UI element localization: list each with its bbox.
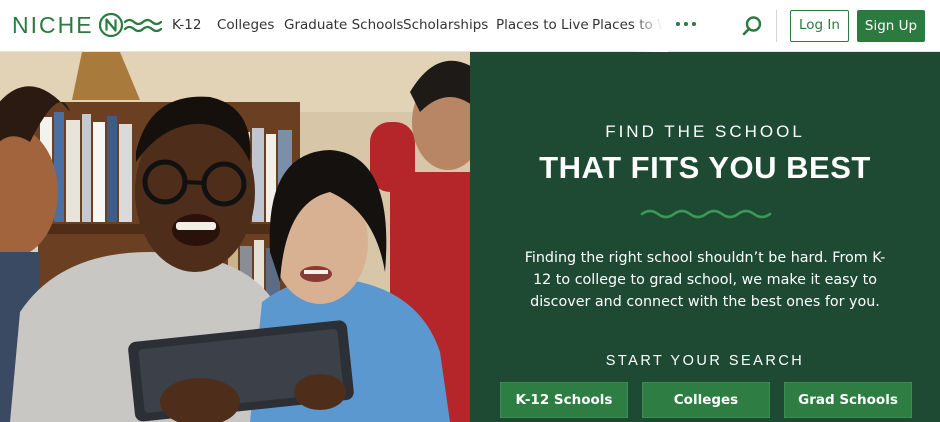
nav-item-graduate-schools[interactable]: Graduate Schools bbox=[284, 16, 403, 34]
logo-wordmark: NICHE bbox=[12, 12, 94, 38]
grad-schools-button[interactable]: Grad Schools bbox=[784, 382, 912, 418]
hero-panel: FIND THE SCHOOL THAT FITS YOU BEST Findi… bbox=[470, 52, 940, 422]
colleges-button[interactable]: Colleges bbox=[642, 382, 770, 418]
niche-logo[interactable]: NICHE bbox=[12, 10, 162, 40]
hero-photo bbox=[0, 52, 470, 422]
nav-item-colleges[interactable]: Colleges bbox=[217, 16, 274, 34]
search-icon[interactable] bbox=[740, 14, 764, 38]
header-divider bbox=[776, 10, 777, 42]
hero-photo-illustration bbox=[0, 52, 470, 422]
nav-item-scholarships[interactable]: Scholarships bbox=[403, 16, 488, 34]
login-button[interactable]: Log In bbox=[790, 10, 849, 42]
start-search-label: START YOUR SEARCH bbox=[605, 353, 805, 369]
nav-item-places-to-live[interactable]: Places to Live bbox=[496, 16, 589, 34]
more-dots-icon[interactable] bbox=[676, 14, 696, 34]
hero-description: Finding the right school shouldn’t be ha… bbox=[524, 250, 886, 310]
signup-button[interactable]: Sign Up bbox=[857, 10, 925, 42]
nav-fade-overlay bbox=[632, 0, 668, 52]
main-nav: K-12 Colleges Graduate Schools Scholarsh… bbox=[172, 0, 668, 52]
k12-schools-button[interactable]: K-12 Schools bbox=[500, 382, 628, 418]
nav-item-k12[interactable]: K-12 bbox=[172, 16, 202, 34]
hero-eyebrow: FIND THE SCHOOL bbox=[605, 122, 805, 141]
squiggle-divider-icon bbox=[640, 209, 772, 219]
logo-n-wave-icon bbox=[98, 12, 162, 38]
hero-headline: THAT FITS YOU BEST bbox=[539, 150, 871, 185]
site-header: NICHE K-12 Colleges Graduate Schools Sch… bbox=[0, 0, 940, 52]
